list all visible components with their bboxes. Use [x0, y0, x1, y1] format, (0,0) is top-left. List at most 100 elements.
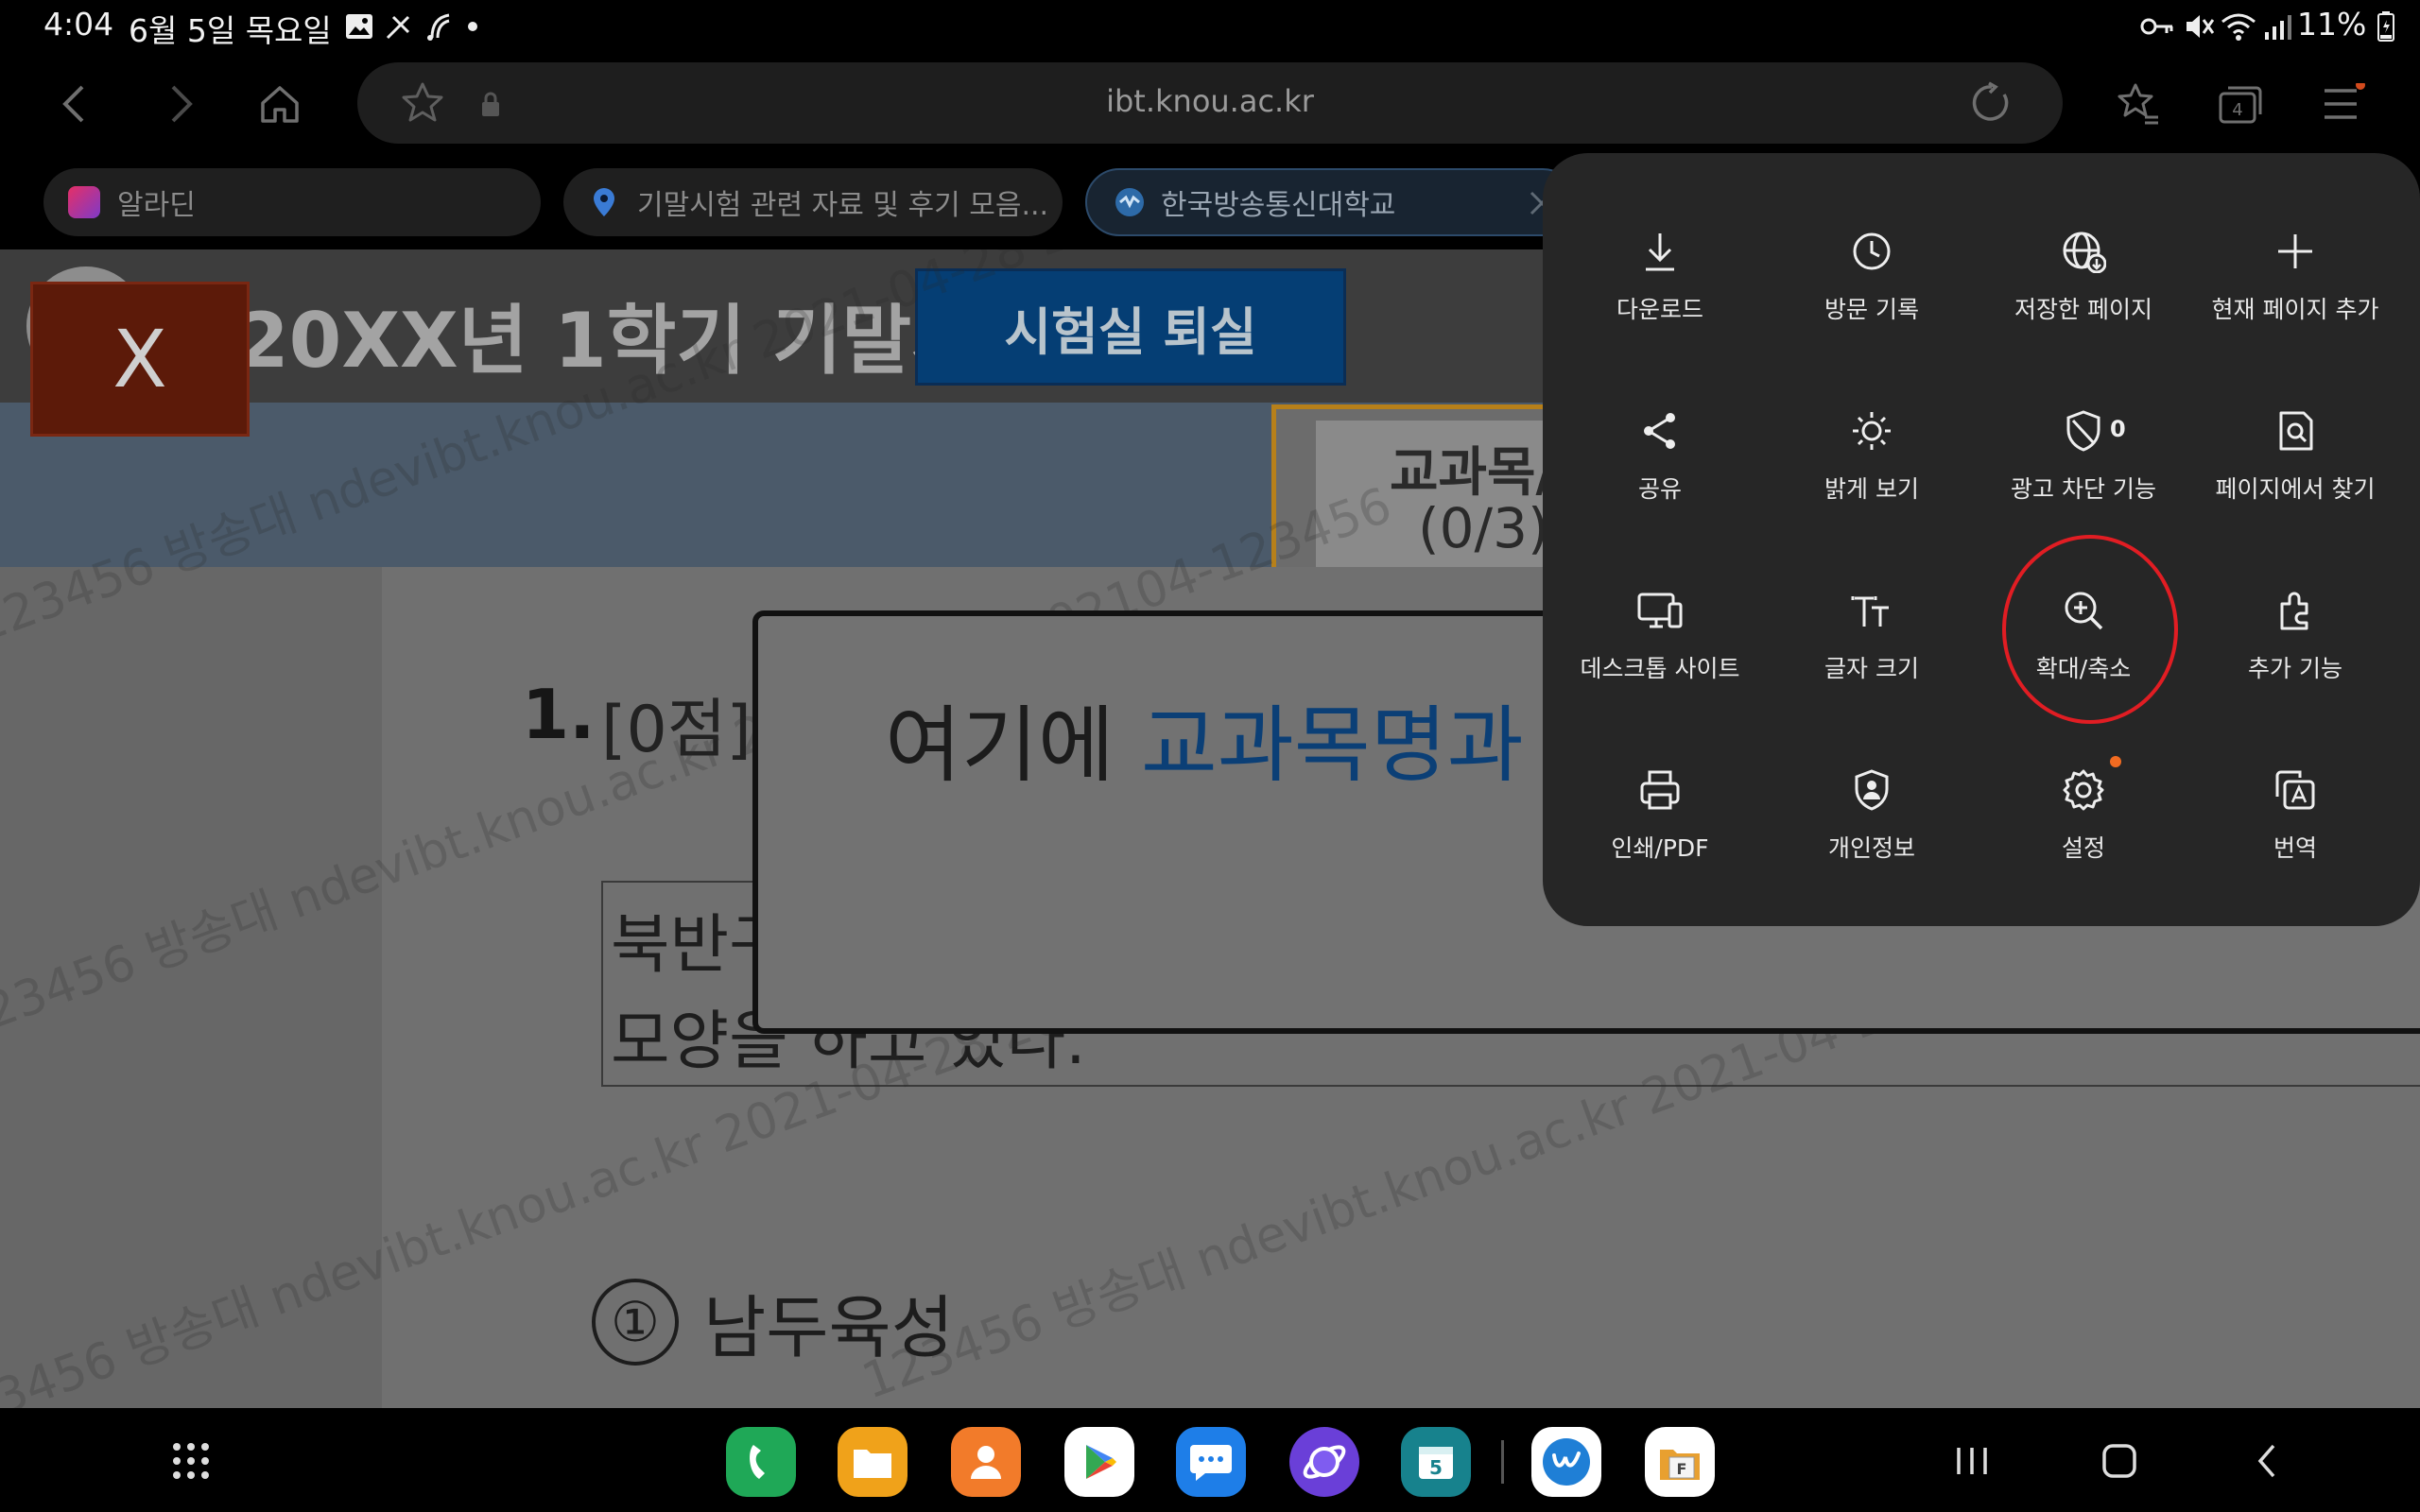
no-notify-icon: [382, 9, 416, 43]
menu-share[interactable]: 공유: [1554, 378, 1766, 548]
menu-settings[interactable]: 설정: [1978, 737, 2189, 907]
calendar-app-icon[interactable]: 5: [1401, 1427, 1471, 1497]
url-text[interactable]: ibt.knou.ac.kr: [357, 83, 2063, 119]
add-ons-icon: [2267, 582, 2324, 639]
menu-history[interactable]: 방문 기록: [1766, 198, 1978, 369]
play-store-app-icon[interactable]: [1064, 1427, 1134, 1497]
app-drawer-icon[interactable]: [161, 1431, 221, 1491]
tab-knou[interactable]: 한국방송통신대학교: [1085, 168, 1577, 236]
brightness-icon: [1843, 403, 1900, 459]
tab-count: 4: [2232, 100, 2242, 120]
menu-text-size[interactable]: 글자 크기: [1766, 558, 1978, 728]
battery-percent: 11%: [2297, 6, 2367, 43]
popup-text-prefix: 여기에: [885, 696, 1141, 794]
battery-icon: [2375, 9, 2397, 43]
menu-print-pdf[interactable]: 인쇄/PDF: [1554, 737, 1766, 907]
gallery-icon: [342, 9, 376, 43]
bookmarks-button[interactable]: [2108, 74, 2169, 134]
messages-app-icon[interactable]: [1176, 1427, 1246, 1497]
browser-menu: 다운로드 방문 기록 저장한 페이지 현재 페이지 추가 공유 밝게 보기 0 …: [1543, 153, 2420, 926]
menu-desktop-site[interactable]: 데스크톱 사이트: [1554, 558, 1766, 728]
menu-download[interactable]: 다운로드: [1554, 198, 1766, 369]
location-pin-icon: [588, 186, 620, 218]
mute-icon: [2182, 9, 2216, 43]
signal-icon: [2261, 9, 2295, 43]
back-nav-button[interactable]: [2237, 1431, 2297, 1491]
tab-label: 알라딘: [117, 189, 196, 222]
contacts-app-icon[interactable]: [951, 1427, 1021, 1497]
status-time: 4:04: [43, 6, 114, 43]
translate-icon: [2267, 762, 2324, 818]
menu-translate[interactable]: 번역: [2189, 737, 2401, 907]
share-icon: [1632, 403, 1688, 459]
menu-add-page[interactable]: 현재 페이지 추가: [2189, 198, 2401, 369]
aladin-favicon-icon: [68, 186, 100, 218]
menu-label: 페이지에서 찾기: [2215, 475, 2376, 503]
menu-brightness[interactable]: 밝게 보기: [1766, 378, 1978, 548]
close-overlay-button[interactable]: X: [30, 282, 250, 437]
home-button[interactable]: [250, 74, 310, 134]
browser-toolbar: ibt.knou.ac.kr 4: [0, 53, 2420, 155]
svg-text:F: F: [1677, 1460, 1687, 1478]
subject-label: 교과목/: [1390, 442, 1556, 504]
reload-icon[interactable]: [1970, 81, 2014, 129]
back-button[interactable]: [43, 74, 104, 134]
download-icon: [1632, 223, 1688, 280]
tabs-button[interactable]: 4: [2210, 74, 2271, 134]
wifi-icon: [2220, 9, 2257, 43]
ad-block-icon: 0: [2055, 403, 2126, 459]
tab-exam-info[interactable]: 기말시험 관련 자료 및 후기 모음...: [563, 168, 1063, 236]
phone-app-icon[interactable]: [726, 1427, 796, 1497]
menu-privacy[interactable]: 개인정보: [1766, 737, 1978, 907]
menu-button[interactable]: [2312, 74, 2373, 134]
menu-label: 저장한 페이지: [2014, 296, 2152, 323]
ad-block-count: 0: [2110, 416, 2126, 442]
privacy-icon: [1843, 762, 1900, 818]
settings-icon: [2055, 756, 2121, 818]
status-bar: 4:04 6월 5일 목요일 11%: [0, 0, 2420, 53]
tab-label: 기말시험 관련 자료 및 후기 모음...: [637, 189, 1049, 222]
print-icon: [1632, 762, 1688, 818]
menu-label: 방문 기록: [1824, 296, 1919, 323]
navigation-bar: 5 F: [0, 1408, 2420, 1512]
menu-label: 광고 차단 기능: [2011, 475, 2156, 503]
menu-add-ons[interactable]: 추가 기능: [2189, 558, 2401, 728]
recent-apps-button[interactable]: [1942, 1431, 2002, 1491]
saved-pages-icon: [2055, 223, 2112, 280]
menu-label: 현재 페이지 추가: [2211, 296, 2379, 323]
menu-label: 설정: [2061, 834, 2105, 862]
dock-divider: [1501, 1440, 1504, 1484]
menu-label: 데스크톱 사이트: [1580, 655, 1740, 682]
dot-icon: [465, 9, 480, 43]
menu-find-in-page[interactable]: 페이지에서 찾기: [2189, 378, 2401, 548]
text-size-icon: [1843, 582, 1900, 639]
menu-label: 밝게 보기: [1824, 475, 1919, 503]
menu-label: 다운로드: [1616, 296, 1703, 323]
history-icon: [1843, 223, 1900, 280]
menu-label: 번역: [2273, 834, 2317, 862]
tab-aladin[interactable]: 알라딘: [43, 168, 541, 236]
samsung-notes-app-icon[interactable]: [1531, 1427, 1601, 1497]
files-app-icon[interactable]: [838, 1427, 908, 1497]
home-nav-button[interactable]: [2089, 1431, 2150, 1491]
popup-text: 여기에 교과목명과 해: [885, 679, 1627, 799]
key-icon: [2138, 9, 2176, 43]
zoom-highlight-circle: [2002, 535, 2178, 724]
option-number: ①: [592, 1278, 679, 1366]
nfc-icon: [422, 9, 456, 43]
notification-dot-icon: [2110, 756, 2121, 767]
internet-app-icon[interactable]: [1289, 1427, 1359, 1497]
menu-label: 글자 크기: [1824, 655, 1919, 682]
forward-button[interactable]: [151, 74, 212, 134]
add-page-icon: [2267, 223, 2324, 280]
file-manager-app-icon[interactable]: F: [1645, 1427, 1715, 1497]
url-bar[interactable]: ibt.knou.ac.kr: [357, 62, 2063, 144]
menu-label: 추가 기능: [2248, 655, 2342, 682]
menu-label: 개인정보: [1827, 834, 1915, 862]
subject-count: (0/3): [1418, 496, 1549, 560]
tab-label: 한국방송통신대학교: [1161, 189, 1396, 222]
menu-saved-pages[interactable]: 저장한 페이지: [1978, 198, 2189, 369]
find-in-page-icon: [2267, 403, 2324, 459]
menu-ad-block[interactable]: 0 광고 차단 기능: [1978, 378, 2189, 548]
status-date: 6월 5일 목요일: [129, 12, 332, 49]
